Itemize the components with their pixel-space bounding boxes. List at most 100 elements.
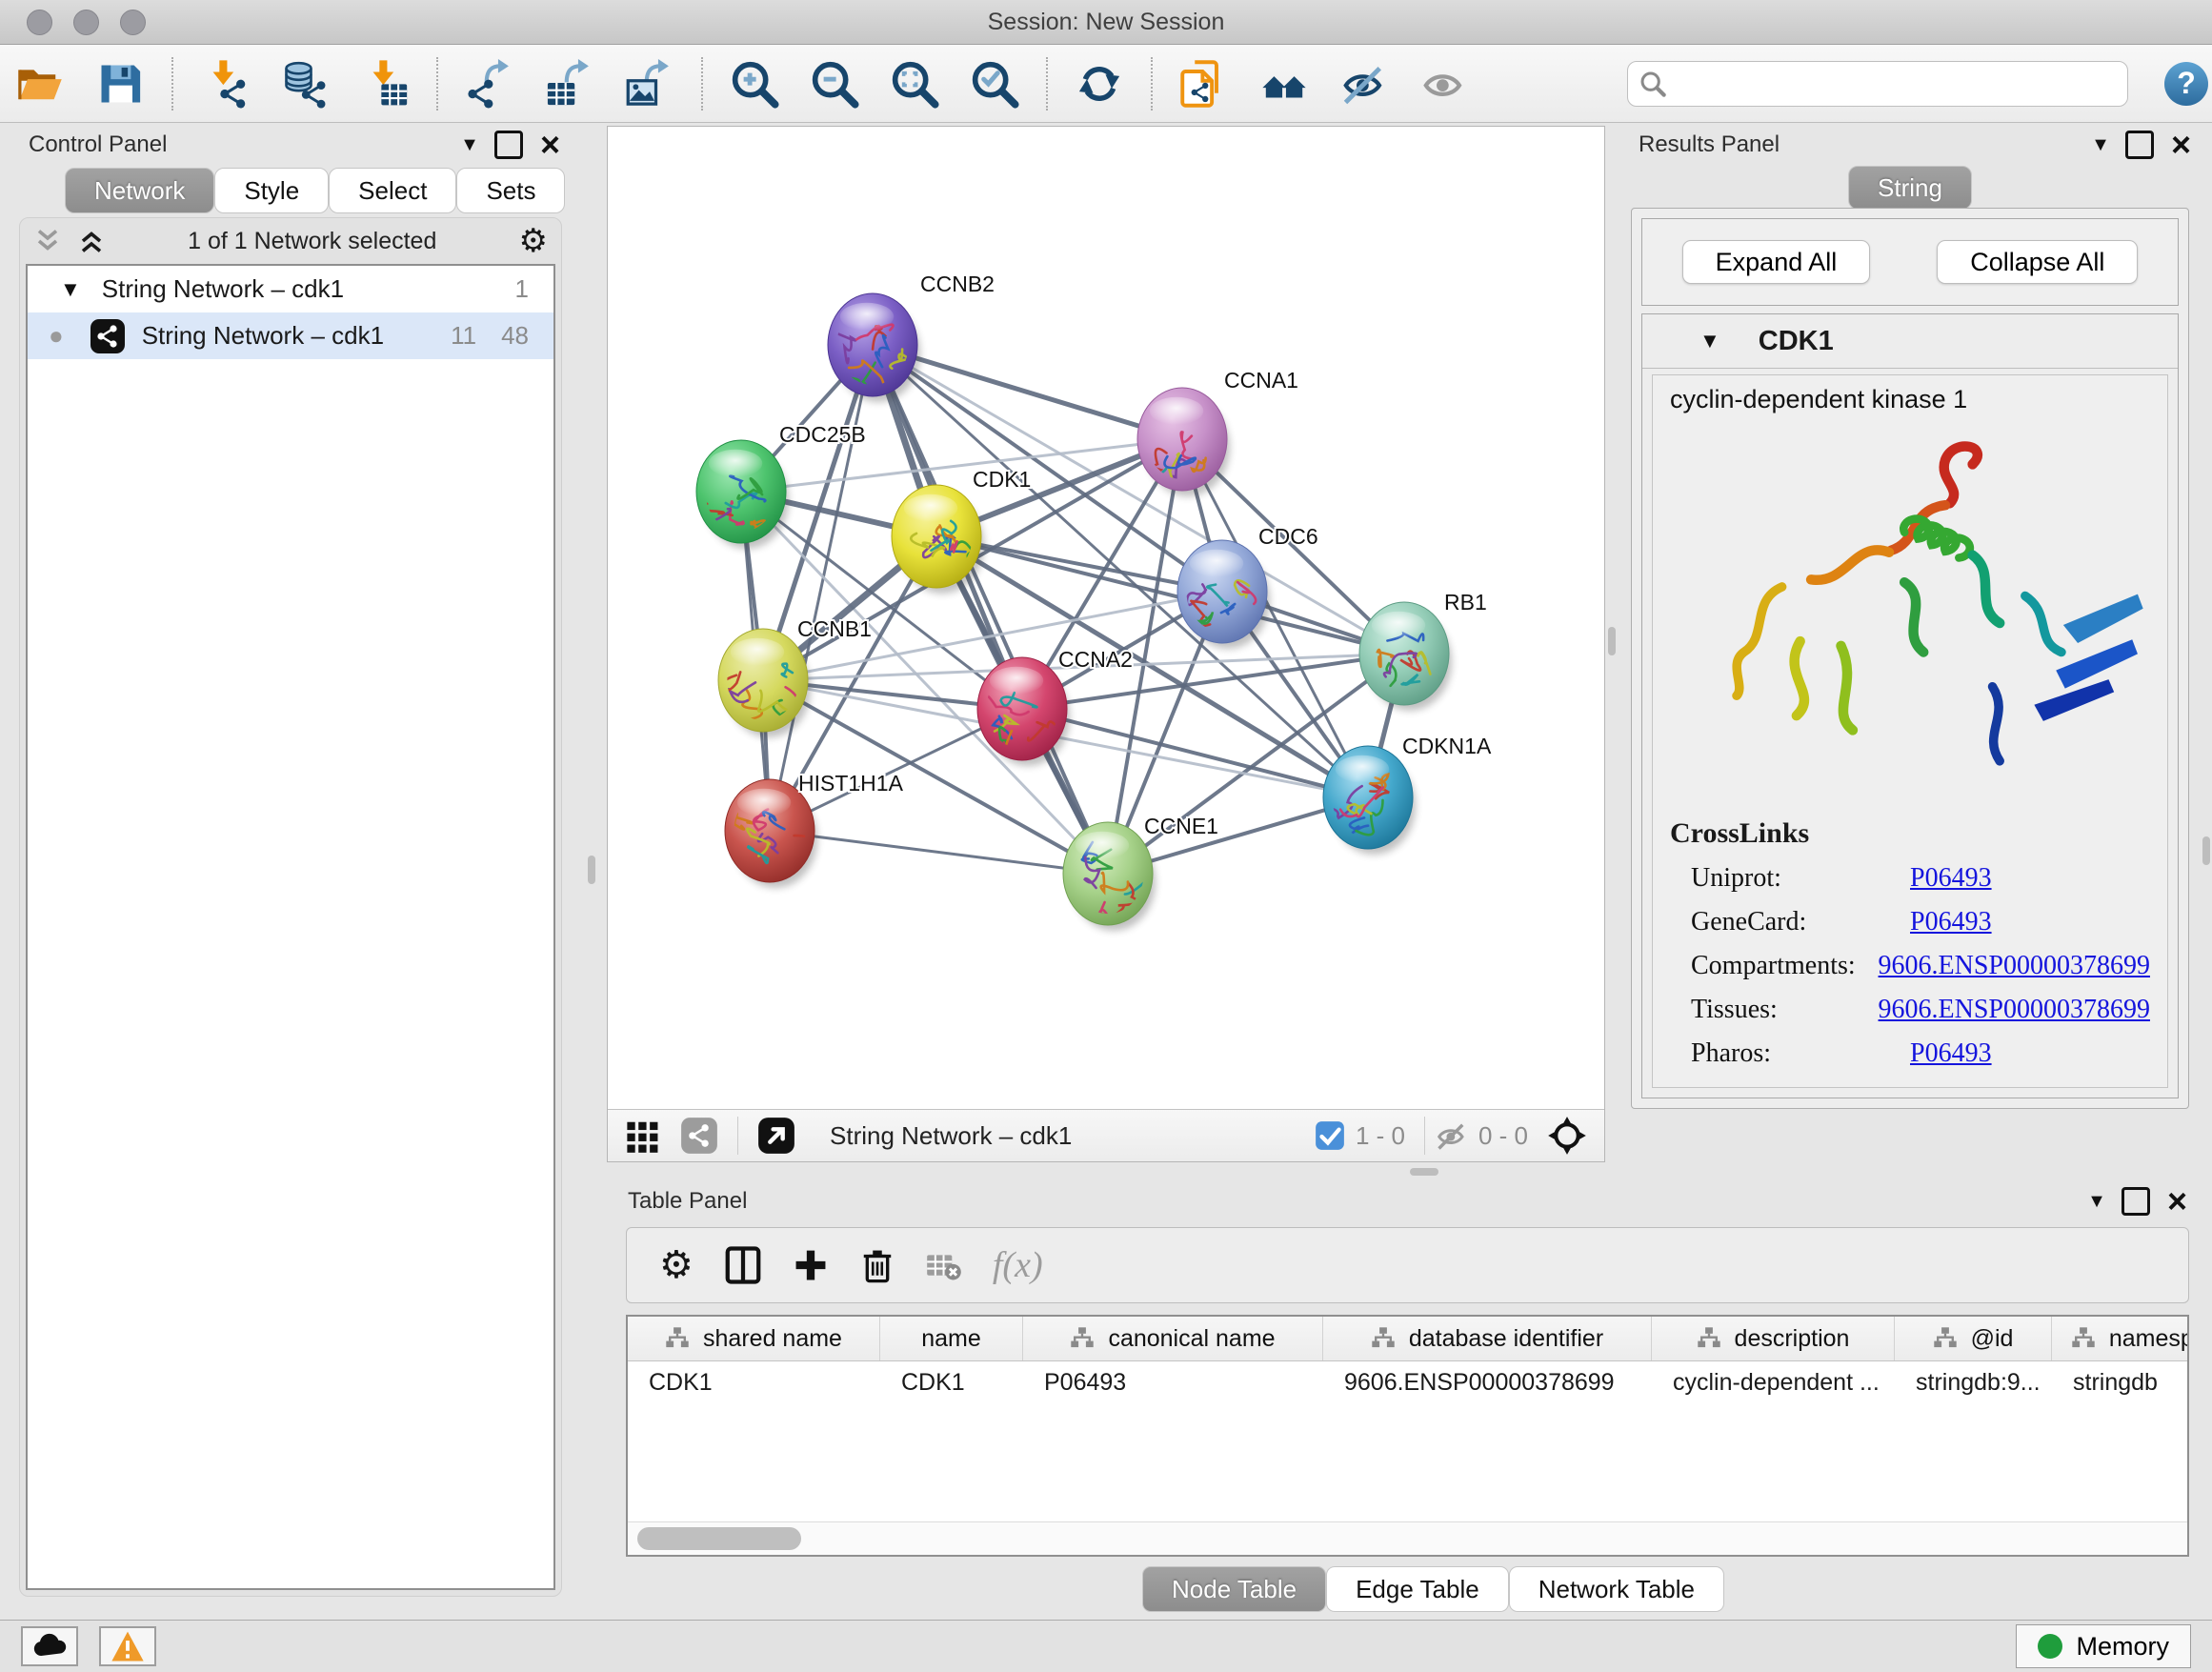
detach-view-button[interactable] [757, 1117, 795, 1155]
column-header--id[interactable]: @id [1895, 1317, 2052, 1360]
gear-icon[interactable]: ⚙ [519, 225, 548, 257]
warnings-button[interactable] [99, 1626, 156, 1666]
collapse-all-chevrons-icon[interactable] [33, 227, 62, 255]
expand-all-button[interactable]: Expand All [1682, 240, 1871, 284]
node-result-header[interactable]: ▼ CDK1 [1642, 314, 2178, 369]
expand-all-chevrons-icon[interactable] [77, 227, 106, 255]
string-protein-query-button[interactable] [1177, 57, 1231, 111]
tab-edge-table[interactable]: Edge Table [1326, 1566, 1509, 1612]
zoom-out-button[interactable] [808, 57, 861, 111]
stringify-icon [1259, 59, 1309, 109]
hidden-eye-icon[interactable] [1435, 1118, 1469, 1153]
selected-checkbox-icon[interactable] [1314, 1119, 1346, 1152]
zoom-window-button[interactable] [120, 10, 146, 35]
tab-network[interactable]: Network [65, 168, 214, 213]
collapse-all-button[interactable]: Collapse All [1937, 240, 2138, 284]
collapse-triangle-icon[interactable]: ▼ [1699, 329, 1720, 353]
close-panel-icon[interactable]: × [2171, 133, 2191, 156]
table-settings-button[interactable]: ⚙ [659, 1249, 694, 1281]
crosslink-link[interactable]: 9606.ENSP00000378699 [1879, 995, 2150, 1025]
search-input[interactable] [1666, 70, 2116, 98]
export-table-button[interactable] [543, 57, 596, 111]
fit-selected-button[interactable] [1547, 1116, 1587, 1156]
help-button[interactable]: ? [2164, 62, 2208, 106]
import-network-file-button[interactable] [198, 57, 251, 111]
refresh-view-button[interactable] [1073, 57, 1126, 111]
float-panel-icon[interactable] [2122, 1187, 2150, 1216]
network-node-CCNB2[interactable]: CCNB2 [828, 272, 995, 402]
network-node-CCNA1[interactable]: CCNA1 [1136, 368, 1298, 502]
main-toolbar: ? [0, 45, 2212, 123]
network-edge[interactable] [873, 345, 1108, 874]
crosslink-link[interactable]: P06493 [1910, 907, 1992, 937]
column-header-shared-name[interactable]: shared name [628, 1317, 880, 1360]
network-node-CCNE1[interactable]: CCNE1 [1063, 814, 1218, 932]
network-node-RB1[interactable]: RB1 [1359, 590, 1487, 711]
function-builder-button[interactable]: f(x) [993, 1244, 1043, 1286]
column-header-description[interactable]: description [1652, 1317, 1895, 1360]
network-column-icon [1697, 1326, 1721, 1351]
right-splitter-grip[interactable] [1608, 627, 1616, 655]
tab-network-table[interactable]: Network Table [1509, 1566, 1724, 1612]
hide-selected-button[interactable] [1337, 57, 1391, 111]
window-edge-grip[interactable] [2202, 836, 2210, 865]
tab-select[interactable]: Select [329, 168, 456, 213]
column-header-namespace[interactable]: namespace [2052, 1317, 2189, 1360]
panel-menu-caret-icon[interactable]: ▼ [2091, 134, 2110, 156]
float-panel-icon[interactable] [2125, 131, 2154, 159]
column-header-canonical-name[interactable]: canonical name [1023, 1317, 1323, 1360]
zoom-in-button[interactable] [728, 57, 781, 111]
open-session-button[interactable] [13, 57, 67, 111]
export-network-button[interactable] [463, 57, 516, 111]
network-node-CDC6[interactable]: CDC6 [1177, 524, 1318, 649]
grid-view-button[interactable] [625, 1118, 661, 1154]
gear-icon: ⚙ [659, 1249, 694, 1281]
close-panel-icon[interactable]: × [540, 133, 560, 156]
delete-table-button[interactable] [926, 1247, 962, 1283]
zoom-selected-button[interactable] [968, 57, 1021, 111]
save-session-button[interactable] [93, 57, 147, 111]
show-columns-button[interactable] [724, 1246, 762, 1284]
network-node-CDKN1A[interactable]: CDKN1A [1323, 734, 1492, 855]
network-row[interactable]: ● String Network – cdk1 11 48 [28, 312, 553, 359]
left-splitter-grip[interactable] [588, 856, 595, 884]
horizontal-scrollbar[interactable] [628, 1521, 2187, 1555]
import-table-file-button[interactable] [358, 57, 412, 111]
column-header-database-identifier[interactable]: database identifier [1323, 1317, 1652, 1360]
network-edge[interactable] [770, 831, 1108, 874]
network-canvas[interactable]: CCNB2CCNA1CDC25BCDK1CDC6RB1CCNB1CCNA2CDK… [608, 127, 1604, 1109]
network-thumbnail-button[interactable] [680, 1117, 718, 1155]
float-panel-icon[interactable] [494, 131, 523, 159]
export-image-button[interactable] [623, 57, 676, 111]
panel-menu-caret-icon[interactable]: ▼ [460, 134, 479, 156]
add-column-button[interactable] [793, 1247, 829, 1283]
minimize-window-button[interactable] [73, 10, 99, 35]
show-graphics-details-button[interactable] [1418, 57, 1471, 111]
network-edge[interactable] [770, 345, 873, 831]
network-node-HIST1H1A[interactable]: HIST1H1A [725, 771, 904, 888]
crosslink-link[interactable]: 9606.ENSP00000378699 [1879, 951, 2150, 981]
zoom-fit-button[interactable] [888, 57, 941, 111]
panel-menu-caret-icon[interactable]: ▼ [2087, 1191, 2106, 1213]
bottom-splitter-grip[interactable] [1410, 1168, 1438, 1176]
memory-button[interactable]: Memory [2016, 1624, 2191, 1668]
network-collection-row[interactable]: ▼ String Network – cdk1 1 [28, 266, 553, 312]
tab-string[interactable]: String [1848, 166, 1972, 210]
crosslink-link[interactable]: P06493 [1910, 863, 1992, 894]
tab-sets[interactable]: Sets [456, 168, 565, 213]
collapse-triangle-icon[interactable]: ▼ [60, 277, 81, 302]
scrollbar-thumb[interactable] [637, 1527, 801, 1550]
crosslink-link[interactable]: P06493 [1910, 1038, 1992, 1069]
close-window-button[interactable] [27, 10, 52, 35]
stringify-button[interactable] [1257, 57, 1311, 111]
tab-style[interactable]: Style [214, 168, 329, 213]
cloud-status-button[interactable] [21, 1626, 78, 1666]
close-panel-icon[interactable]: × [2167, 1190, 2187, 1213]
import-network-database-button[interactable] [278, 57, 332, 111]
table-row[interactable]: CDK1CDK1P064939606.ENSP00000378699cyclin… [628, 1361, 2187, 1403]
network-node-CDK1[interactable]: CDK1 [892, 467, 1031, 594]
delete-column-button[interactable] [859, 1247, 895, 1283]
network-node-CDC25B[interactable]: CDC25B [696, 422, 866, 549]
column-header-name[interactable]: name [880, 1317, 1023, 1360]
tab-node-table[interactable]: Node Table [1142, 1566, 1326, 1612]
